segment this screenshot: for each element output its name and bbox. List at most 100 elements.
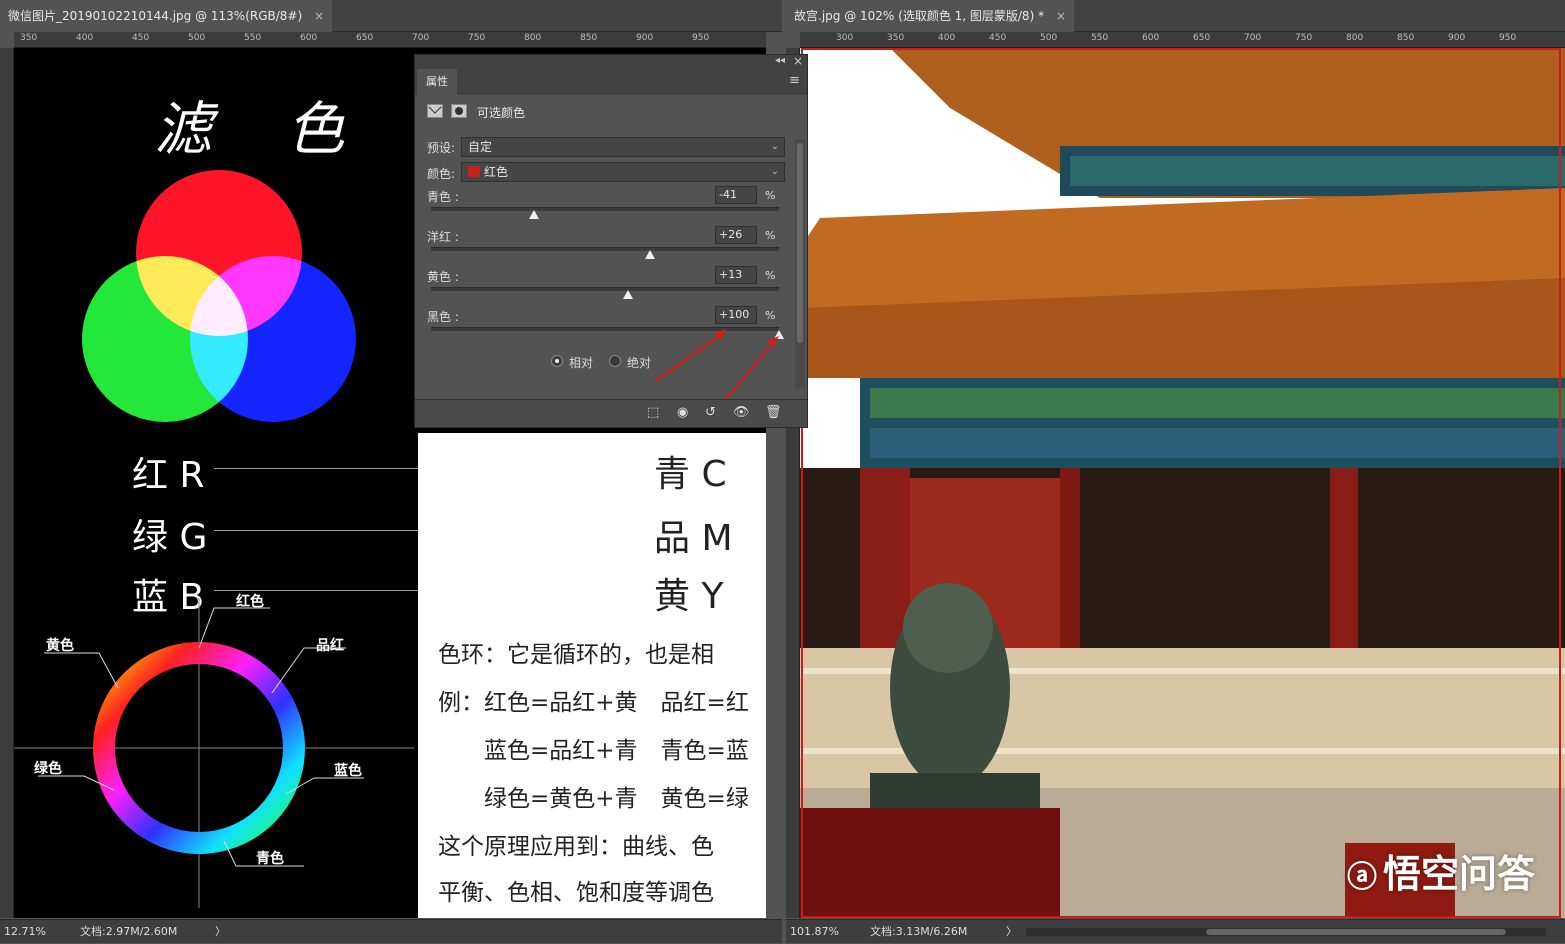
left-tab-title: 微信图片_20190102210144.jpg @ 113%(RGB/8#) (8, 9, 303, 23)
horizontal-ruler: 300 350 400 450 500 550 600 650 700 750 800 850 900 9… (800, 32, 1565, 48)
properties-panel: ◂◂ × 属性 ≡ 可选颜色 预设: 自定 ⌄ 颜色: 红色 ⌄ 青色 : -4… (414, 54, 808, 428)
percent-label: % (765, 189, 776, 202)
magenta-value-field[interactable]: +26 (715, 226, 757, 244)
ruler-tick-label: 850 (1397, 33, 1415, 43)
close-icon[interactable]: × (314, 9, 324, 23)
yellow-value-field[interactable]: +13 (715, 266, 757, 284)
preset-value: 自定 (468, 140, 493, 154)
wheel-label-magenta: 品红 (316, 638, 344, 654)
preset-label: 预设: (427, 141, 456, 155)
radio-absolute[interactable] (609, 355, 621, 367)
percent-label: % (765, 229, 776, 242)
ruler-tick-label: 800 (524, 33, 542, 43)
horizontal-scrollbar[interactable] (1026, 928, 1546, 936)
reset-icon[interactable]: ↺ (705, 405, 716, 420)
yellow-slider[interactable] (431, 287, 779, 291)
panel-footer: ⬚ ◉ ↺ 👁 🗑 (415, 399, 807, 427)
slider-thumb[interactable] (622, 290, 633, 299)
black-slider[interactable] (431, 327, 779, 331)
ruler-tick-label: 600 (300, 33, 318, 43)
status-arrow-icon[interactable]: 〉 (1006, 920, 1017, 944)
black-value-field[interactable]: +100 (715, 306, 757, 324)
cmy-cyan-label: 青 C (654, 454, 727, 495)
colors-label: 颜色: (427, 167, 456, 181)
color-wheel (14, 598, 414, 908)
collapse-icon[interactable]: ◂◂ (775, 55, 785, 66)
right-doc-tab[interactable]: 故宫.jpg @ 102% (选取颜色 1, 图层蒙版/8) * × (786, 0, 1074, 32)
slider-label: 黄色 : (427, 270, 459, 284)
chevron-down-icon: ⌄ (770, 141, 779, 152)
ruler-tick-label: 550 (1091, 33, 1109, 43)
cyan-value-field[interactable]: -41 (715, 186, 757, 204)
horizontal-ruler: 350 400 450 500 550 600 650 700 750 800 850 900 950 (14, 32, 766, 48)
ruler-tick-label: 700 (412, 33, 430, 43)
ruler-tick-label: 800 (1346, 33, 1364, 43)
scrollbar-thumb[interactable] (1206, 929, 1506, 935)
blue-circle (190, 256, 356, 422)
color-swatch (468, 166, 480, 177)
wheel-label-yellow: 黄色 (46, 638, 74, 654)
paragraph-line: 例：红色=品红+黄 品红=红 (438, 690, 749, 716)
paragraph-line: 蓝色=品红+青 青色=蓝 (438, 738, 749, 764)
preset-dropdown[interactable]: 自定 ⌄ (461, 137, 785, 157)
magenta-slider[interactable] (431, 247, 779, 251)
ruler-tick-label: 450 (989, 33, 1007, 43)
zoom-level[interactable]: 12.71% (4, 920, 46, 944)
adjustment-icon[interactable] (427, 103, 443, 122)
right-tabbar: 故宫.jpg @ 102% (选取颜色 1, 图层蒙版/8) * × (786, 0, 1565, 32)
status-arrow-icon[interactable]: 〉 (215, 920, 226, 944)
cmy-magenta-label: 品 M (654, 518, 733, 559)
slider-thumb[interactable] (645, 250, 656, 259)
slider-label: 洋红 : (427, 230, 459, 244)
panel-menu-icon[interactable]: ≡ (789, 73, 800, 88)
ruler-tick-label: 350 (20, 33, 38, 43)
zoom-level[interactable]: 101.87% (790, 920, 839, 944)
cyan-slider[interactable] (431, 207, 779, 211)
radio-relative-label: 相对 (569, 356, 594, 370)
rgb-red-label: 红 R (132, 455, 205, 496)
ruler-tick-label: 900 (1448, 33, 1466, 43)
view-previous-icon[interactable]: ◉ (677, 405, 688, 420)
ruler-tick-label: 300 (836, 33, 854, 43)
colors-value: 红色 (484, 165, 509, 179)
chevron-down-icon: ⌄ (770, 166, 779, 177)
right-statusbar: 101.87% 文档:3.13M/6.26M 〉 (786, 919, 1565, 943)
slider-label: 青色 : (427, 190, 459, 204)
vertical-ruler (0, 48, 14, 918)
ruler-tick-label: 350 (887, 33, 905, 43)
paragraph-line: 绿色=黄色+青 黄色=绿 (438, 786, 749, 812)
slider-thumb[interactable] (774, 330, 784, 339)
percent-label: % (765, 309, 776, 322)
right-tab-title: 故宫.jpg @ 102% (选取颜色 1, 图层蒙版/8) * (794, 9, 1045, 23)
right-document: 故宫.jpg @ 102% (选取颜色 1, 图层蒙版/8) * × 300 35… (786, 0, 1565, 943)
text-card: 青 C 品 M 黄 Y 色环：它是循环的，也是相 例：红色=品红+黄 品红=红 … (418, 433, 766, 918)
clip-to-layer-icon[interactable]: ⬚ (647, 405, 659, 420)
ruler-tick-label: 650 (356, 33, 374, 43)
wheel-label-blue: 蓝色 (334, 763, 362, 779)
close-icon[interactable]: × (1056, 9, 1066, 23)
ruler-tick-label: 450 (132, 33, 150, 43)
paragraph-line: 这个原理应用到：曲线、色 (438, 834, 714, 860)
ruler-tick-label: 400 (76, 33, 94, 43)
tab-properties[interactable]: 属性 (417, 69, 457, 95)
image-canvas[interactable]: ⓐ 悟空问答 (800, 48, 1565, 918)
radio-relative[interactable] (551, 355, 563, 367)
trash-icon[interactable]: 🗑 (765, 405, 782, 420)
ruler-tick-label: 400 (938, 33, 956, 43)
scrollbar-thumb[interactable] (797, 143, 803, 343)
panel-scrollbar[interactable] (795, 139, 805, 389)
colors-dropdown[interactable]: 红色 ⌄ (461, 162, 785, 182)
slider-label: 黑色 : (427, 310, 459, 324)
ruler-tick-label: 950 (692, 33, 710, 43)
paragraph-line: 平衡、色相、饱和度等调色 (438, 880, 714, 906)
rgb-green-label: 绿 G (132, 517, 208, 558)
ruler-tick-label: 950 (1499, 33, 1517, 43)
ruler-tick-label: 650 (1193, 33, 1211, 43)
slider-thumb[interactable] (528, 210, 539, 219)
forbidden-city-photo (800, 48, 1565, 918)
close-icon[interactable]: × (793, 54, 803, 68)
left-doc-tab[interactable]: 微信图片_20190102210144.jpg @ 113%(RGB/8#) × (0, 0, 333, 32)
wheel-label-cyan: 青色 (256, 851, 284, 867)
visibility-eye-icon[interactable]: 👁 (733, 405, 750, 420)
mask-icon[interactable] (451, 103, 467, 122)
